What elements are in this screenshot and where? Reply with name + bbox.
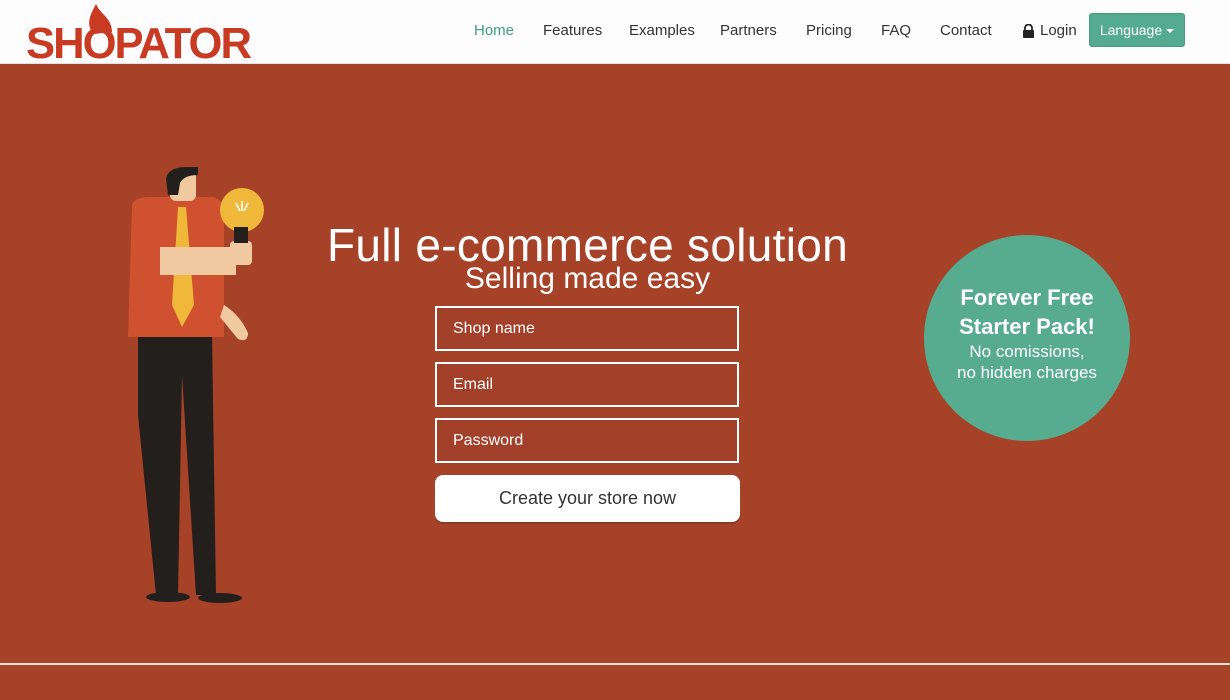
- email-input[interactable]: [453, 375, 721, 394]
- language-label: Language: [1099, 22, 1163, 38]
- badge-line-1: Forever Free: [960, 285, 1094, 310]
- badge-line-3: No comissions,: [969, 342, 1085, 361]
- nav-item-faq[interactable]: FAQ: [881, 22, 911, 39]
- shopator-logo[interactable]: SHOPATOR: [26, 2, 252, 62]
- caret-down-icon: [1166, 29, 1175, 33]
- nav-item-examples[interactable]: Examples: [629, 22, 695, 39]
- badge-line-2: Starter Pack!: [959, 314, 1095, 339]
- shop-name-field[interactable]: [435, 306, 739, 351]
- create-store-button[interactable]: Create your store now: [435, 475, 740, 522]
- badge-line-4: no hidden charges: [957, 363, 1097, 382]
- login-label: Login: [1040, 22, 1077, 39]
- password-input[interactable]: [453, 431, 721, 450]
- svg-text:SHOPATOR: SHOPATOR: [26, 19, 251, 62]
- section-divider: [0, 663, 1230, 665]
- nav-item-features[interactable]: Features: [543, 22, 602, 39]
- lock-icon: [1023, 23, 1034, 38]
- nav-item-partners[interactable]: Partners: [720, 22, 777, 39]
- password-field[interactable]: [435, 418, 739, 463]
- nav-item-home[interactable]: Home: [474, 22, 514, 39]
- site-header: SHOPATOR Home Features Examples Partners…: [0, 0, 1230, 64]
- email-field[interactable]: [435, 362, 739, 407]
- nav-item-contact[interactable]: Contact: [940, 22, 992, 39]
- nav-item-pricing[interactable]: Pricing: [806, 22, 852, 39]
- free-starter-pack-badge: Forever Free Starter Pack! No comissions…: [924, 235, 1130, 441]
- shop-name-input[interactable]: [453, 319, 721, 338]
- login-link[interactable]: Login: [1022, 22, 1077, 39]
- language-dropdown-button[interactable]: Language: [1089, 13, 1185, 47]
